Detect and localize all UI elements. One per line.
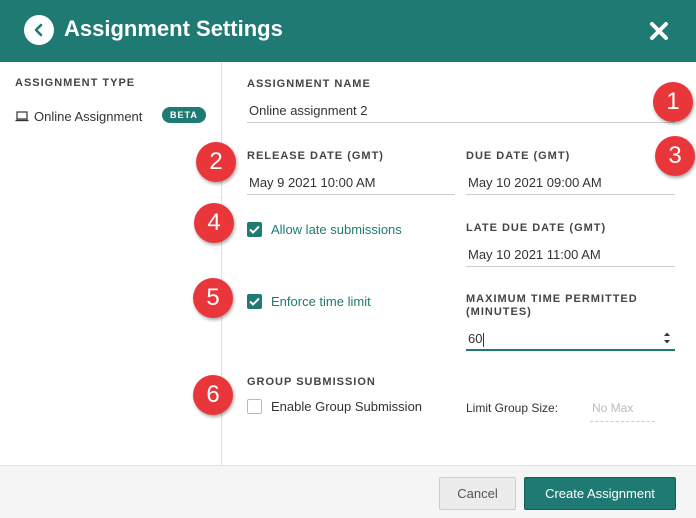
group-submission-heading: GROUP SUBMISSION <box>247 376 376 388</box>
enforce-time-checkbox-row[interactable]: Enforce time limit <box>247 294 371 309</box>
late-due-date-input[interactable]: May 10 2021 11:00 AM <box>466 241 675 267</box>
assignment-name-label: ASSIGNMENT NAME <box>247 78 371 90</box>
annotation-badge-4: 4 <box>194 203 234 243</box>
header-bar: Assignment Settings <box>0 0 696 62</box>
close-button[interactable] <box>648 20 670 42</box>
annotation-badge-1: 1 <box>653 82 693 122</box>
annotation-badge-3: 3 <box>655 136 695 176</box>
enforce-time-checkbox[interactable] <box>247 294 262 309</box>
checkmark-icon <box>249 297 260 306</box>
laptop-icon <box>15 111 29 122</box>
max-time-input[interactable]: 60 <box>466 325 675 351</box>
enable-group-label: Enable Group Submission <box>271 399 423 414</box>
cancel-button[interactable]: Cancel <box>439 477 516 510</box>
back-button[interactable] <box>24 15 54 45</box>
release-date-label: RELEASE DATE (GMT) <box>247 150 384 162</box>
text-caret <box>483 332 485 347</box>
close-icon <box>650 22 668 40</box>
enforce-time-label: Enforce time limit <box>271 294 371 309</box>
sidebar-heading: ASSIGNMENT TYPE <box>15 77 136 89</box>
annotation-badge-5: 5 <box>193 278 233 318</box>
late-due-date-label: LATE DUE DATE (GMT) <box>466 222 607 234</box>
create-assignment-button[interactable]: Create Assignment <box>524 477 676 510</box>
enable-group-checkbox-row[interactable]: Enable Group Submission <box>247 399 422 414</box>
allow-late-checkbox[interactable] <box>247 222 262 237</box>
release-date-input[interactable]: May 9 2021 10:00 AM <box>247 169 455 195</box>
checkmark-icon <box>249 225 260 234</box>
chevron-left-icon <box>34 23 43 37</box>
due-date-label: DUE DATE (GMT) <box>466 150 571 162</box>
allow-late-label: Allow late submissions <box>271 222 402 237</box>
enable-group-checkbox[interactable] <box>247 399 262 414</box>
limit-group-size-label: Limit Group Size: <box>466 401 559 415</box>
footer-bar: Cancel Create Assignment <box>0 465 696 518</box>
page-title: Assignment Settings <box>64 16 283 41</box>
allow-late-checkbox-row[interactable]: Allow late submissions <box>247 222 402 237</box>
annotation-badge-2: 2 <box>196 142 236 182</box>
max-time-value: 60 <box>468 331 483 346</box>
limit-group-size-input[interactable]: No Max <box>590 398 655 422</box>
assignment-name-input[interactable]: Online assignment 2 <box>247 97 675 123</box>
annotation-badge-6: 6 <box>193 375 233 415</box>
sidebar: ASSIGNMENT TYPE Online Assignment BETA <box>0 62 222 465</box>
beta-badge: BETA <box>162 107 206 123</box>
sidebar-item-label: Online Assignment <box>34 109 143 124</box>
spinner-arrows-icon[interactable] <box>663 331 671 345</box>
max-time-label: MAXIMUM TIME PERMITTED (MINUTES) <box>466 293 638 318</box>
due-date-input[interactable]: May 10 2021 09:00 AM <box>466 169 675 195</box>
sidebar-item-online-assignment[interactable]: Online Assignment BETA <box>15 107 210 124</box>
